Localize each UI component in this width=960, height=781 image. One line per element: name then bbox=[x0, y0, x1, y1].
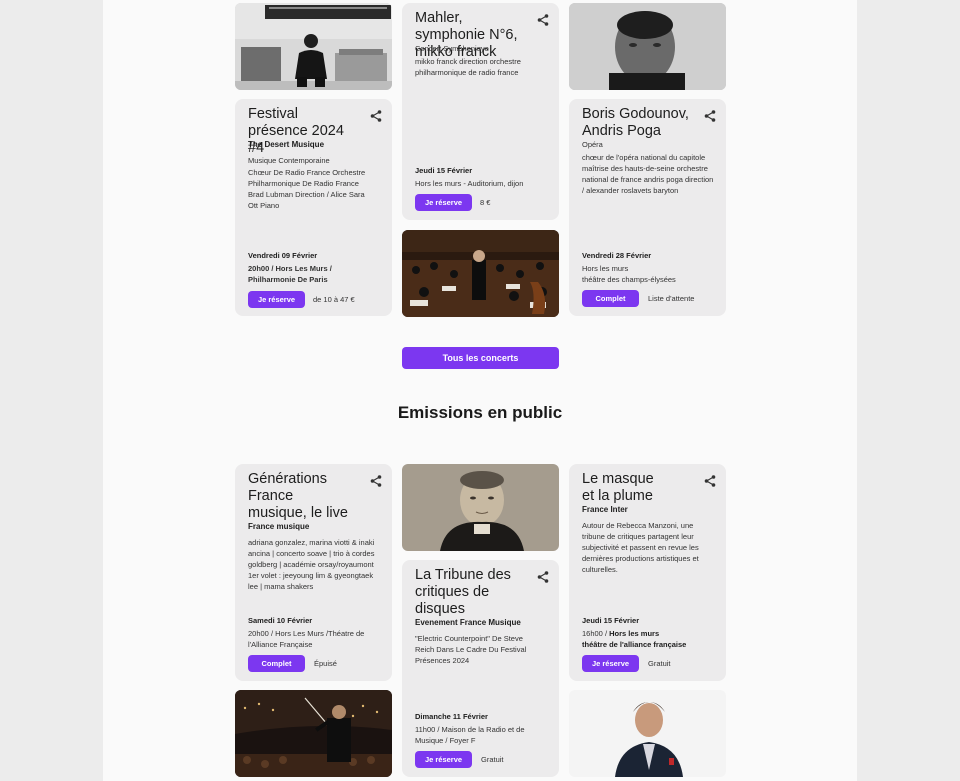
rossini-photo[interactable] bbox=[402, 464, 559, 551]
sold-out-label: Épuisé bbox=[314, 659, 337, 668]
festival-description: Chœur De Radio France Orchestre Philharm… bbox=[248, 168, 366, 210]
share-icon-glyph bbox=[370, 475, 382, 487]
tribune-card[interactable]: La Tribune des critiques de disques Even… bbox=[402, 560, 559, 777]
share-icon[interactable] bbox=[536, 13, 550, 27]
conductor-photo-image bbox=[235, 690, 392, 777]
masque-card[interactable]: Le masque et la plume France Inter Autou… bbox=[569, 464, 726, 681]
share-icon[interactable] bbox=[536, 570, 550, 584]
masque-date: Jeudi 15 Février bbox=[582, 616, 640, 625]
boris-venue-line2: théâtre des champs-élysées bbox=[582, 275, 676, 284]
share-icon-glyph bbox=[537, 571, 549, 583]
share-icon[interactable] bbox=[369, 109, 383, 123]
generations-venue: 20h00 / Hors Les Murs /Théatre de l'Alli… bbox=[248, 629, 365, 649]
free-label: Gratuit bbox=[481, 755, 504, 764]
boris-card[interactable]: Boris Godounov, Andris Poga Opéra chœur … bbox=[569, 99, 726, 316]
masque-time: 16h00 / bbox=[582, 629, 610, 638]
masque-venue-line1: 16h00 / Hors les murs bbox=[582, 628, 712, 639]
mahler-title[interactable]: Mahler, symphonie N°6, mikko franck bbox=[415, 10, 531, 61]
mahler-description: mikko franck direction orchestre philhar… bbox=[415, 57, 521, 77]
page-content: Festival présence 2024 #4 The Desert Mus… bbox=[103, 0, 857, 781]
share-icon[interactable] bbox=[369, 474, 383, 488]
orchestra-photo[interactable] bbox=[402, 230, 559, 317]
section-title: Emissions en public bbox=[397, 403, 563, 422]
tribune-title[interactable]: La Tribune des critiques de disques bbox=[415, 567, 515, 618]
tribune-date: Dimanche 11 Février bbox=[415, 712, 488, 721]
boris-genre: Opéra bbox=[582, 140, 603, 149]
portrait-image bbox=[402, 464, 559, 551]
share-icon-glyph bbox=[704, 475, 716, 487]
reserve-button[interactable]: Je réserve bbox=[415, 751, 472, 768]
mahler-venue: Hors les murs - Auditorium, dijon bbox=[415, 179, 524, 188]
reserve-button[interactable]: Je réserve bbox=[248, 291, 305, 308]
share-icon-glyph bbox=[537, 14, 549, 26]
portrait-image bbox=[569, 3, 726, 90]
festival-photo-image bbox=[235, 3, 392, 90]
generations-description: adriana gonzalez, marina viotti & inaki … bbox=[248, 538, 375, 591]
tribune-description: "Electric Counterpoint" De Steve Reich D… bbox=[415, 634, 527, 665]
tribune-subtitle: Evenement France Musique bbox=[415, 618, 521, 627]
portrait-image bbox=[569, 690, 726, 777]
boris-title[interactable]: Boris Godounov, Andris Poga bbox=[582, 106, 698, 140]
generations-subtitle: France musique bbox=[248, 522, 310, 531]
share-icon[interactable] bbox=[703, 474, 717, 488]
boris-photo[interactable] bbox=[569, 3, 726, 90]
mahler-price: 8 € bbox=[480, 198, 491, 207]
reserve-button[interactable]: Je réserve bbox=[582, 655, 639, 672]
waiting-list-link[interactable]: Liste d'attente bbox=[648, 290, 694, 307]
boris-date: Vendredi 28 Février bbox=[582, 251, 652, 260]
mahler-date: Jeudi 15 Février bbox=[415, 166, 473, 175]
tribune-venue: 11h00 / Maison de la Radio et de Musique… bbox=[415, 725, 525, 745]
masque-venue: Hors les murs bbox=[609, 629, 660, 638]
conductor-photo[interactable] bbox=[235, 690, 392, 777]
festival-card[interactable]: Festival présence 2024 #4 The Desert Mus… bbox=[235, 99, 392, 316]
masque-subtitle: France Inter bbox=[582, 505, 628, 514]
boris-venue-line1: Hors les murs bbox=[582, 264, 629, 273]
festival-photo[interactable] bbox=[235, 3, 392, 90]
share-icon[interactable] bbox=[703, 109, 717, 123]
reserve-button[interactable]: Je réserve bbox=[415, 194, 472, 211]
mahler-card[interactable]: Mahler, symphonie N°6, mikko franck Conc… bbox=[402, 3, 559, 220]
festival-subtitle: The Desert Musique bbox=[248, 140, 325, 149]
manzoni-photo[interactable] bbox=[569, 690, 726, 777]
festival-genre: Musique Contemporaine bbox=[248, 156, 330, 165]
generations-title[interactable]: Générations France musique, le live bbox=[248, 471, 348, 522]
masque-venue-line2: théâtre de l'alliance française bbox=[582, 640, 687, 649]
free-label: Gratuit bbox=[648, 659, 671, 668]
complet-button[interactable]: Complet bbox=[248, 655, 305, 672]
generations-card[interactable]: Générations France musique, le live Fran… bbox=[235, 464, 392, 681]
mahler-genre: Concert Symphoniqye bbox=[415, 44, 489, 53]
festival-price: de 10 à 47 € bbox=[313, 295, 355, 304]
all-concerts-button[interactable]: Tous les concerts bbox=[402, 347, 559, 369]
festival-venue: 20h00 / Hors Les Murs / Philharmonie De … bbox=[248, 264, 332, 284]
festival-date: Vendredi 09 Février bbox=[248, 251, 318, 260]
boris-description: chœur de l'opéra national du capitole ma… bbox=[582, 153, 714, 195]
masque-description: Autour de Rebecca Manzoni, une tribune d… bbox=[582, 521, 699, 574]
masque-title[interactable]: Le masque et la plume bbox=[582, 471, 662, 505]
share-icon-glyph bbox=[704, 110, 716, 122]
generations-date: Samedi 10 Février bbox=[248, 616, 313, 625]
share-icon-glyph bbox=[370, 110, 382, 122]
festival-title[interactable]: Festival présence 2024 #4 bbox=[248, 106, 356, 157]
orchestra-photo-image bbox=[402, 230, 559, 317]
complet-button[interactable]: Complet bbox=[582, 290, 639, 307]
